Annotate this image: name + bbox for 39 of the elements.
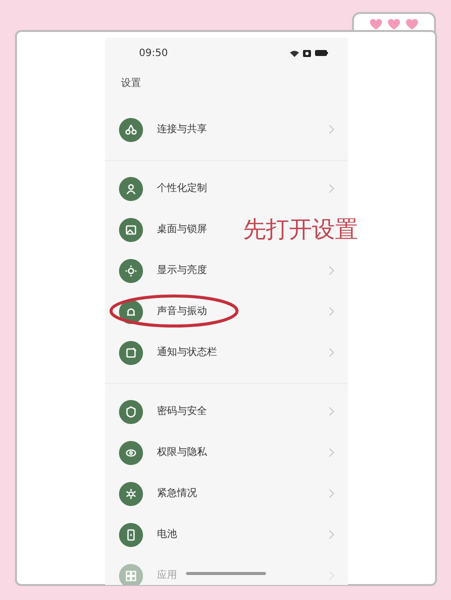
settings-item[interactable]: 显示与亮度 — [157, 263, 207, 278]
setting-icon — [119, 440, 143, 464]
heart-icon — [406, 18, 418, 30]
chevron-icon — [329, 184, 334, 193]
chevron-icon — [329, 407, 334, 416]
setting-icon — [119, 258, 143, 282]
setting-icon — [119, 176, 143, 200]
setting-icon — [119, 300, 143, 324]
heart-icon — [370, 18, 382, 30]
settings-item[interactable]: 权限与隐私 — [157, 445, 207, 460]
wifi-icon — [290, 50, 299, 56]
settings-item[interactable]: 声音与振动 — [157, 304, 207, 319]
setting-icon — [119, 522, 143, 546]
chevron-icon — [329, 530, 334, 539]
settings-item[interactable]: 通知与状态栏 — [157, 345, 217, 360]
chevron-icon — [329, 266, 334, 275]
heart-icon — [388, 18, 400, 30]
settings-item[interactable]: 电池 — [157, 527, 177, 542]
chevron-icon — [329, 307, 334, 316]
setting-icon — [119, 482, 143, 506]
page-title: 设置 — [120, 76, 142, 91]
chevron-icon — [329, 125, 334, 134]
settings-item[interactable]: 紧急情况 — [157, 486, 197, 501]
settings-item[interactable]: 桌面与锁屏 — [157, 222, 207, 237]
settings-item[interactable]: 连接与共享 — [157, 122, 207, 137]
status-time: 09:50 — [139, 46, 168, 60]
settings-item[interactable]: 个性化定制 — [157, 181, 207, 196]
setting-icon — [119, 340, 143, 364]
annotation-text: 先打开设置 — [243, 217, 358, 245]
settings-item[interactable]: 密码与安全 — [157, 404, 207, 419]
chevron-icon — [329, 489, 334, 498]
battery-icon — [315, 50, 328, 56]
setting-icon — [119, 118, 143, 142]
setting-icon — [119, 400, 143, 424]
camera-icon — [303, 50, 311, 56]
setting-icon — [119, 564, 143, 585]
setting-icon — [119, 218, 143, 242]
chevron-icon — [329, 448, 334, 457]
chevron-icon — [329, 348, 334, 357]
